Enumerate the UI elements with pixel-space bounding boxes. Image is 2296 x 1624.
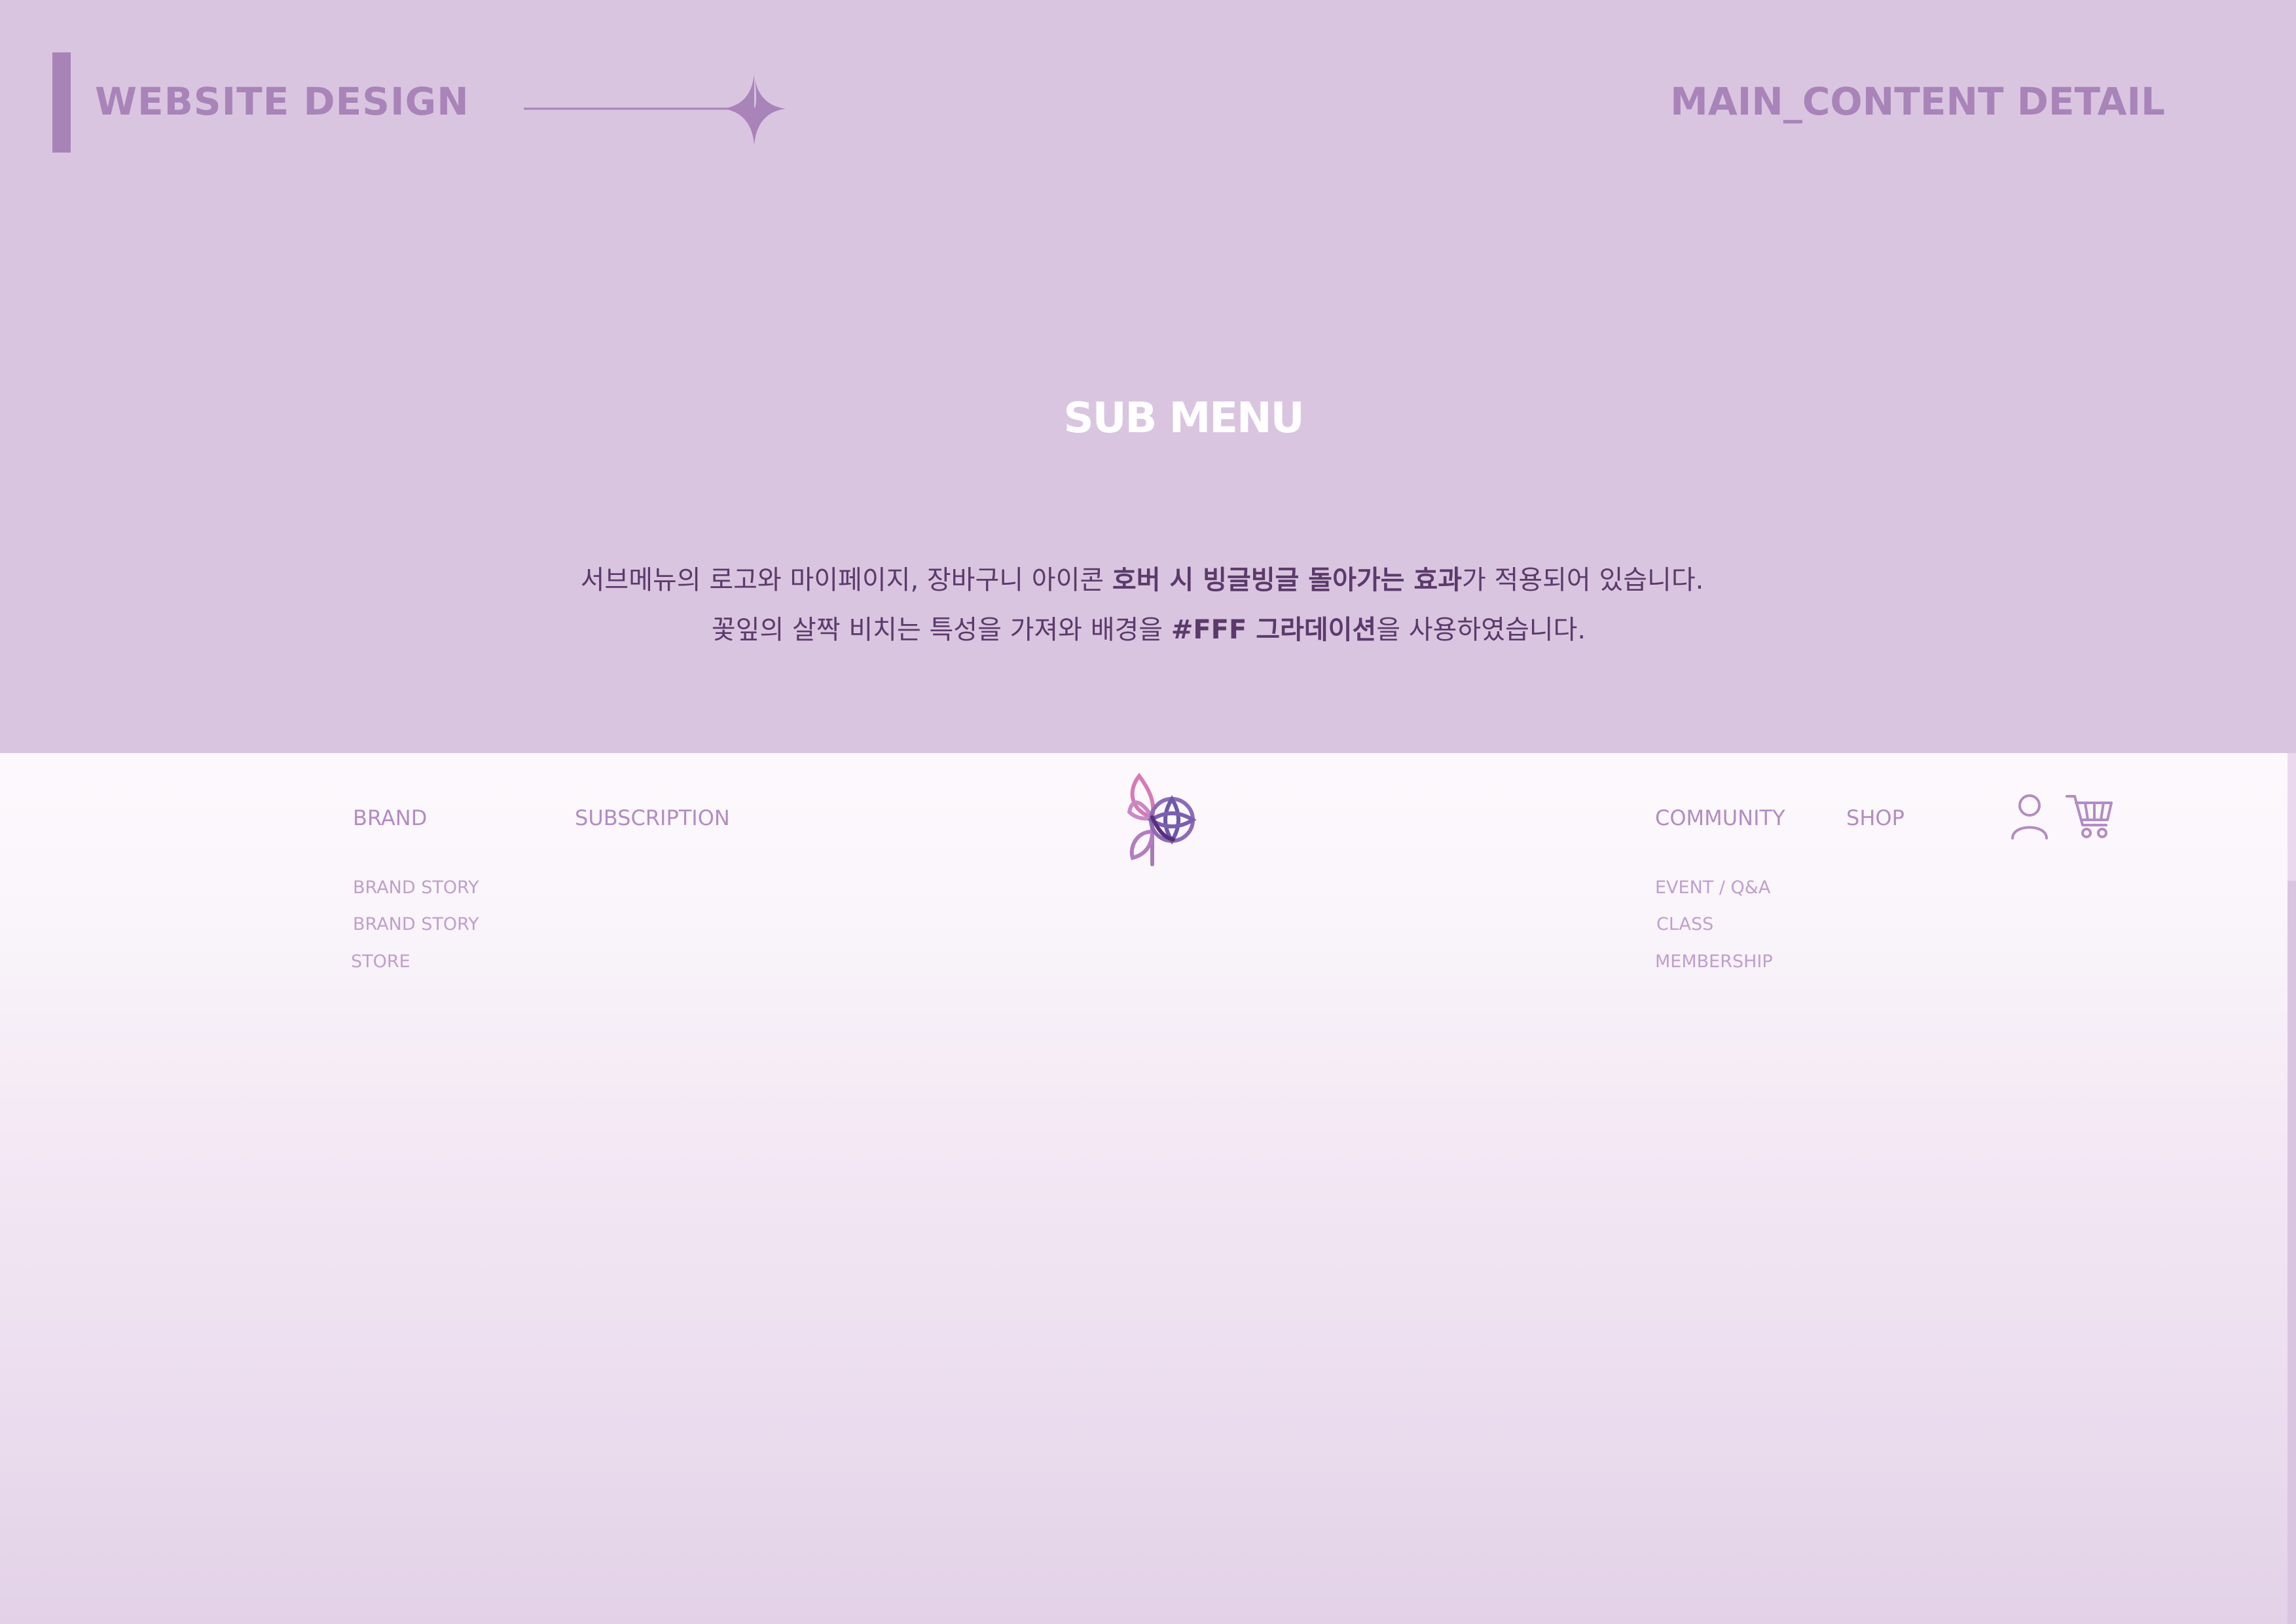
description-highlight: 호버 시 빙글빙글 돌아가는 효과: [1112, 565, 1463, 595]
submenu-panel: [0, 753, 2287, 1624]
submenu-item[interactable]: STORE: [351, 953, 410, 970]
cart-icon[interactable]: [2066, 792, 2114, 840]
submenu-item[interactable]: EVENT / Q&A: [1655, 879, 1770, 896]
nav-shop[interactable]: SHOP: [1846, 807, 1904, 828]
sparkle-icon: [524, 73, 786, 145]
header-accent-bar: [52, 52, 71, 153]
submenu-item[interactable]: CLASS: [1656, 915, 1713, 933]
section-label: MAIN_CONTENT DETAIL: [1670, 79, 2165, 124]
section-title: SUB MENU: [1063, 394, 1304, 443]
description-text: 가 적용되어 있습니다.: [1462, 565, 1704, 595]
description-highlight: #FFF 그라데이션: [1171, 615, 1377, 645]
submenu-panel-edge: [2287, 753, 2296, 881]
submenu-item[interactable]: BRAND STORY: [353, 879, 479, 896]
page-title: WEBSITE DESIGN: [95, 79, 469, 124]
description-text: 을 사용하였습니다.: [1376, 615, 1586, 645]
submenu-item[interactable]: MEMBERSHIP: [1655, 953, 1773, 970]
nav-community[interactable]: COMMUNITY: [1655, 807, 1785, 828]
description-text: 서브메뉴의 로고와 마이페이지, 장바구니 아이콘: [580, 565, 1112, 595]
submenu-item[interactable]: BRAND STORY: [353, 915, 479, 933]
description-line-2: 꽃잎의 살짝 비치는 특성을 가져와 배경을 #FFF 그라데이션을 사용하였습…: [1, 617, 2296, 643]
user-icon[interactable]: [2009, 792, 2050, 840]
nav-brand[interactable]: BRAND: [353, 807, 427, 828]
description-line-1: 서브메뉴의 로고와 마이페이지, 장바구니 아이콘 호버 시 빙글빙글 돌아가는…: [0, 567, 2290, 593]
description-text: 꽃잎의 살짝 비치는 특성을 가져와 배경을: [711, 615, 1171, 645]
nav-subscription[interactable]: SUBSCRIPTION: [575, 807, 730, 828]
flower-logo-icon[interactable]: [1113, 766, 1211, 871]
